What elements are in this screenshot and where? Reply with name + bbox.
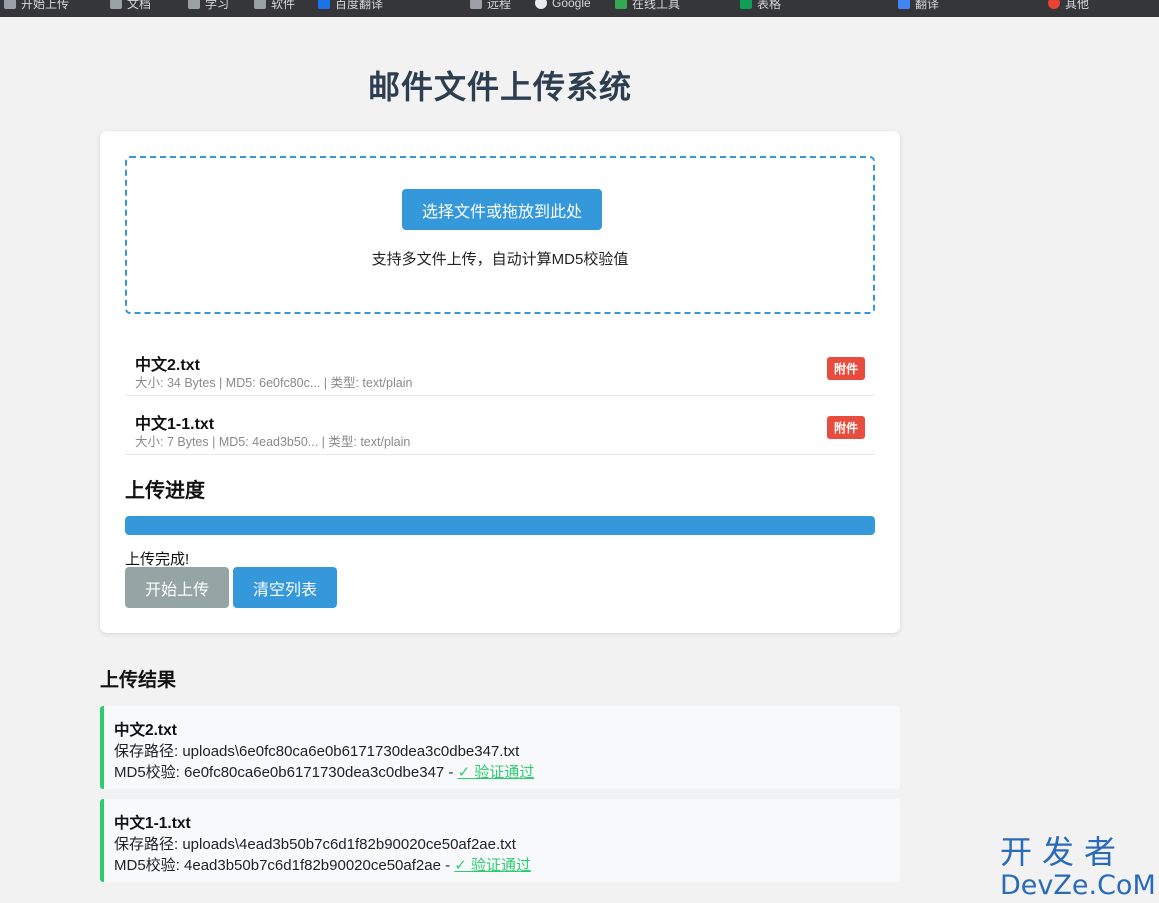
translate-icon	[898, 0, 910, 9]
remote-icon	[470, 0, 482, 9]
page-title: 邮件文件上传系统	[367, 69, 632, 105]
bookmarks-bar: 开始上传 文档 学习 软件 百度翻译 远程 Google 在线工具 表格 翻译 …	[0, 0, 1159, 17]
result-md5: MD5校验: 4ead3b50b7c6d1f82b90020ce50af2ae …	[114, 857, 455, 874]
drop-hint: 支持多文件上传，自动计算MD5校验值	[371, 251, 629, 268]
result-file-name: 中文2.txt	[114, 722, 177, 739]
bookmark-item[interactable]: 翻译	[898, 0, 939, 11]
progress-title: 上传进度	[125, 480, 205, 502]
bookmark-label: 其他	[1065, 0, 1090, 11]
bookmark-label: 百度翻译	[335, 0, 384, 11]
bookmark-item[interactable]: 其他	[1048, 0, 1089, 11]
progress-bar	[125, 516, 875, 535]
progress-fill	[125, 516, 875, 535]
start-upload-button[interactable]: 开始上传	[125, 567, 229, 608]
result-md5-line: MD5校验: 6e0fc80ca6e0b6171730dea3c0dbe347 …	[114, 761, 534, 782]
result-save-path: 保存路径: uploads\4ead3b50b7c6d1f82b90020ce5…	[114, 836, 516, 853]
result-md5: MD5校验: 6e0fc80ca6e0b6171730dea3c0dbe347 …	[114, 764, 458, 781]
bookmark-label: 翻译	[915, 0, 940, 11]
result-file-name: 中文1-1.txt	[114, 815, 191, 832]
bookmark-item[interactable]: 学习	[188, 0, 229, 11]
result-save-path: 保存路径: uploads\6e0fc80ca6e0b6171730dea3c0…	[114, 743, 520, 760]
bookmark-item[interactable]: 在线工具	[615, 0, 680, 11]
file-meta: 大小: 7 Bytes | MD5: 4ead3b50... | 类型: tex…	[135, 435, 411, 449]
result-md5-line: MD5校验: 4ead3b50b7c6d1f82b90020ce50af2ae …	[114, 854, 531, 875]
sheet-icon	[740, 0, 752, 9]
result-item: 中文1-1.txt 保存路径: uploads\4ead3b50b7c6d1f8…	[100, 799, 900, 882]
file-list-item: 中文2.txt 大小: 34 Bytes | MD5: 6e0fc80c... …	[125, 337, 875, 396]
bookmark-label: 表格	[757, 0, 782, 11]
results-title: 上传结果	[100, 670, 177, 691]
file-meta: 大小: 34 Bytes | MD5: 6e0fc80c... | 类型: te…	[135, 376, 413, 390]
bookmark-item[interactable]: 软件	[254, 0, 295, 11]
bookmark-label: 在线工具	[632, 0, 681, 11]
verify-status: ✓ 验证通过	[454, 857, 532, 874]
shield-icon	[1048, 0, 1060, 9]
bookmark-item[interactable]: 百度翻译	[318, 0, 383, 11]
google-icon	[535, 0, 547, 9]
bookmark-label: 远程	[487, 0, 512, 11]
folder-icon	[254, 0, 266, 9]
upload-status: 上传完成!	[125, 551, 190, 568]
watermark-en: DevZe.CoM	[1000, 870, 1156, 901]
upload-card: 选择文件或拖放到此处 支持多文件上传，自动计算MD5校验值 中文2.txt 大小…	[100, 131, 900, 633]
bookmark-label: Google	[552, 0, 591, 10]
attachment-badge: 附件	[826, 357, 865, 380]
bookmark-item[interactable]: 远程	[470, 0, 511, 11]
watermark-logo: 开发者 DevZe.CoM	[1000, 833, 1156, 901]
file-list-item: 中文1-1.txt 大小: 7 Bytes | MD5: 4ead3b50...…	[125, 396, 875, 455]
bookmark-label: 学习	[205, 0, 230, 11]
bookmark-label: 软件	[271, 0, 296, 11]
bookmark-label: 文档	[127, 0, 152, 11]
folder-icon	[110, 0, 122, 9]
bookmark-item[interactable]: 开始上传	[4, 0, 69, 11]
tool-icon	[615, 0, 627, 9]
clear-list-button[interactable]: 清空列表	[233, 567, 337, 608]
attachment-badge: 附件	[826, 416, 865, 439]
bookmark-item[interactable]: Google	[535, 0, 591, 11]
bookmark-label: 开始上传	[21, 0, 70, 11]
folder-icon	[4, 0, 16, 9]
translate-icon	[318, 0, 330, 9]
folder-icon	[188, 0, 200, 9]
verify-status: ✓ 验证通过	[457, 764, 535, 781]
select-files-button[interactable]: 选择文件或拖放到此处	[402, 189, 602, 230]
watermark-cn: 开发者	[1000, 833, 1127, 871]
result-item: 中文2.txt 保存路径: uploads\6e0fc80ca6e0b61717…	[100, 706, 900, 789]
drop-zone[interactable]: 选择文件或拖放到此处 支持多文件上传，自动计算MD5校验值	[125, 156, 875, 314]
bookmark-item[interactable]: 文档	[110, 0, 151, 11]
bookmark-item[interactable]: 表格	[740, 0, 781, 11]
